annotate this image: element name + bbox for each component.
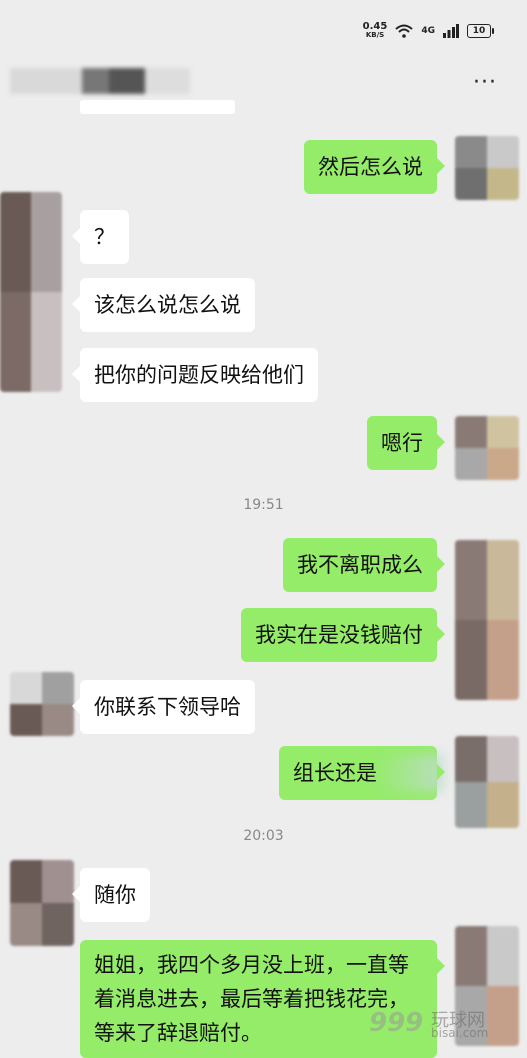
avatar-self[interactable]: [455, 416, 519, 480]
message-text: 嗯行: [381, 431, 423, 455]
signal-icon: [443, 24, 459, 38]
avatar-contact[interactable]: [10, 672, 74, 736]
message-bubble-outgoing[interactable]: 嗯行: [367, 416, 445, 470]
status-icons: 0.45 KB/S 4G 10: [363, 22, 494, 40]
redacted-smudge: [373, 754, 443, 792]
more-dots-icon[interactable]: ···: [473, 70, 497, 95]
message-bubble-incoming[interactable]: 把你的问题反映给他们: [72, 348, 318, 402]
avatar-contact[interactable]: [0, 192, 62, 392]
message-bubble-incoming[interactable]: 该怎么说怎么说: [72, 278, 255, 332]
message-bubble-incoming[interactable]: ？: [72, 210, 129, 264]
redacted-title-block: [10, 68, 190, 94]
network-type: 4G: [421, 26, 435, 36]
message-bubble-outgoing[interactable]: 然后怎么说: [304, 140, 445, 194]
message-text: 把你的问题反映给他们: [94, 363, 304, 387]
message-text: 我实在是没钱赔付: [255, 623, 423, 647]
avatar-self[interactable]: [455, 736, 519, 828]
message-text: 姐姐，我四个多月没上班，一直等着消息进去，最后等着把钱花完，等来了辞退赔付。: [94, 953, 409, 1045]
avatar-contact[interactable]: [10, 860, 74, 946]
message-bubble-outgoing[interactable]: 组长还是: [279, 746, 445, 800]
battery-icon: 10: [467, 24, 494, 38]
message-bubble-outgoing[interactable]: 我不离职成么: [283, 538, 445, 592]
network-speed: 0.45 KB/S: [363, 22, 388, 40]
speed-unit: KB/S: [365, 31, 385, 39]
timestamp: 20:03: [243, 828, 284, 844]
message-text: 然后怎么说: [318, 155, 423, 179]
message-bubble-incoming[interactable]: 随你: [72, 868, 150, 922]
message-bubble-outgoing[interactable]: 我实在是没钱赔付: [241, 608, 445, 662]
status-bar: 0.45 KB/S 4G 10: [0, 0, 527, 60]
redacted-subtitle-block: [80, 100, 235, 114]
message-text: 你联系下领导哈: [94, 695, 241, 719]
timestamp: 19:51: [243, 497, 284, 513]
message-text: 随你: [94, 883, 136, 907]
wifi-icon: [395, 24, 414, 38]
site-watermark: 999 玩球网 bisai.com: [369, 1004, 519, 1044]
avatar-self[interactable]: [455, 136, 519, 200]
message-text: 组长还是: [293, 761, 377, 785]
message-text: 我不离职成么: [297, 553, 423, 577]
battery-level: 10: [472, 26, 486, 36]
watermark-domain: bisai.com: [431, 1026, 489, 1040]
message-bubble-incoming[interactable]: 你联系下领导哈: [72, 680, 255, 734]
watermark-logo: 999: [369, 1008, 424, 1038]
message-text: 该怎么说怎么说: [94, 293, 241, 317]
message-text: ？: [94, 225, 115, 249]
speed-value: 0.45: [362, 21, 388, 32]
chat-title-redacted: [0, 60, 240, 120]
avatar-self[interactable]: [455, 540, 519, 700]
